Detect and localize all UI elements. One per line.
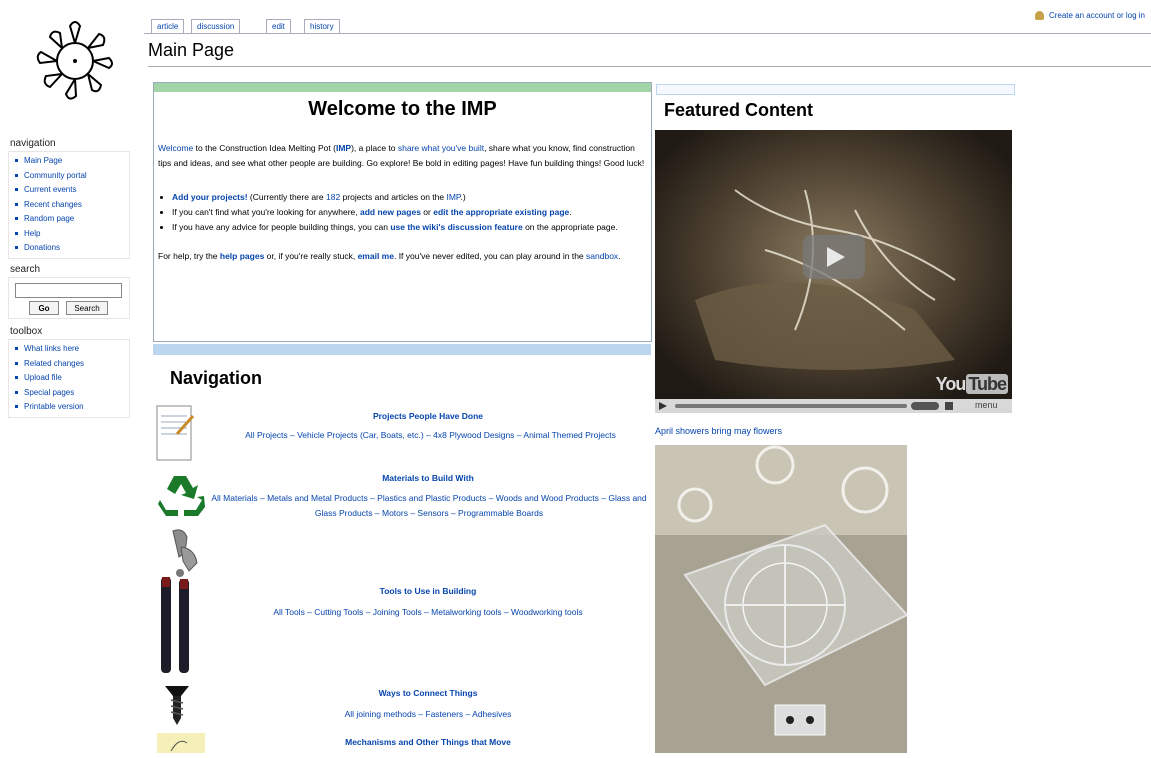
help-pages-link[interactable]: help pages — [220, 251, 264, 261]
featured-caption[interactable]: April showers bring may flowers — [655, 426, 782, 436]
welcome-bottom-bar — [153, 344, 651, 355]
toolbox-item-related-changes[interactable]: Related changes — [15, 357, 129, 372]
sidebar-item-help[interactable]: Help — [15, 227, 129, 242]
nav-section-title-connect[interactable]: Ways to Connect Things — [208, 688, 648, 698]
bullet-icon — [15, 390, 18, 394]
navigation-portlet: Main Page Community portal Current event… — [8, 151, 130, 259]
discussion-feature-link[interactable]: use the wiki's discussion feature — [390, 222, 522, 232]
add-new-pages-link[interactable]: add new pages — [360, 207, 421, 217]
featured-photo[interactable] — [655, 445, 907, 753]
bullet-icon — [15, 173, 18, 177]
welcome-title: Welcome to the IMP — [308, 98, 497, 120]
page-title: Main Page — [148, 40, 235, 60]
nav-section-title-materials[interactable]: Materials to Build With — [208, 473, 648, 483]
nav-section-title-tools[interactable]: Tools to Use in Building — [208, 586, 648, 596]
video-progress-slider[interactable] — [675, 404, 907, 408]
bullet-icon — [15, 347, 18, 351]
title-divider — [148, 66, 1151, 67]
play-button[interactable] — [803, 235, 865, 279]
share-built-link[interactable]: share what you've built — [398, 143, 484, 153]
sidebar-item-main-page[interactable]: Main Page — [15, 154, 129, 169]
nav-section-links-projects[interactable]: All Projects – Vehicle Projects (Car, Bo… — [218, 428, 643, 443]
nav-section-links-tools[interactable]: All Tools – Cutting Tools – Joining Tool… — [208, 605, 648, 620]
sidebar-item-donations[interactable]: Donations — [15, 241, 129, 256]
toolbox-item-printable-version[interactable]: Printable version — [15, 400, 129, 415]
list-item: Add your projects! (Currently there are … — [172, 190, 647, 205]
bullet-icon — [15, 361, 18, 365]
volume-slider[interactable] — [911, 402, 939, 410]
tabs-baseline — [144, 33, 1151, 34]
bullet-icon — [15, 405, 18, 409]
nav-section-title-mechanisms[interactable]: Mechanisms and Other Things that Move — [208, 737, 648, 747]
featured-top-bar — [656, 84, 1015, 95]
play-small-icon[interactable] — [659, 402, 667, 410]
photo-image — [655, 445, 907, 753]
bullet-icon — [15, 217, 18, 221]
welcome-top-bar — [154, 83, 651, 92]
video-menu-button[interactable]: menu — [975, 400, 998, 410]
pliers-icon — [155, 527, 205, 677]
bullet-icon — [15, 231, 18, 235]
tab-edit[interactable]: edit — [266, 19, 291, 34]
toolbox-heading: toolbox — [10, 326, 43, 337]
tab-article[interactable]: article — [151, 19, 185, 34]
create-account-link[interactable]: Create an account or log in — [1034, 11, 1145, 21]
video-player[interactable]: You Tube menu — [655, 130, 1012, 413]
imp-link-2[interactable]: IMP — [446, 192, 460, 202]
add-projects-link[interactable]: Add your projects! — [172, 192, 248, 202]
featured-heading: Featured Content — [664, 100, 814, 120]
site-logo[interactable] — [8, 6, 138, 116]
notepad-icon — [155, 404, 195, 462]
welcome-intro: Welcome to the Construction Idea Melting… — [158, 143, 645, 168]
search-portlet: Go Search — [8, 277, 130, 319]
nav-section-links-connect[interactable]: All joining methods – Fasteners – Adhesi… — [208, 707, 648, 722]
sidebar-item-community-portal[interactable]: Community portal — [15, 169, 129, 184]
nav-section-links-materials[interactable]: All Materials – Metals and Metal Product… — [210, 491, 648, 521]
search-input[interactable] — [15, 283, 122, 298]
project-count-link[interactable]: 182 — [326, 192, 340, 202]
list-item: If you have any advice for people buildi… — [172, 220, 647, 235]
navigation-heading: navigation — [10, 138, 56, 149]
toolbox-item-upload-file[interactable]: Upload file — [15, 371, 129, 386]
speaker-icon[interactable] — [945, 402, 953, 410]
user-icon — [1034, 11, 1044, 21]
play-icon — [827, 247, 845, 267]
nav-section-title-projects[interactable]: Projects People Have Done — [208, 411, 648, 421]
toolbox-portlet: What links here Related changes Upload f… — [8, 339, 130, 418]
recycle-icon — [156, 472, 206, 518]
sidebar-item-current-events[interactable]: Current events — [15, 183, 129, 198]
navigation-heading-main: Navigation — [170, 368, 263, 388]
welcome-box: Welcome to the IMP Welcome to the Constr… — [153, 82, 652, 342]
bullet-icon — [15, 159, 18, 163]
toolbox-item-special-pages[interactable]: Special pages — [15, 386, 129, 401]
tab-history[interactable]: history — [304, 19, 340, 34]
mechanism-icon — [157, 733, 205, 753]
bullet-icon — [15, 246, 18, 250]
screw-icon — [163, 684, 191, 726]
go-button[interactable]: Go — [29, 301, 59, 315]
imp-link[interactable]: IMP — [336, 143, 351, 153]
bullet-icon — [15, 202, 18, 206]
list-item: If you can't find what you're looking fo… — [172, 205, 647, 220]
welcome-help: For help, try the help pages or, if you'… — [158, 251, 621, 261]
email-me-link[interactable]: email me — [358, 251, 394, 261]
video-controls-bar: menu — [655, 399, 1012, 413]
bullet-icon — [15, 376, 18, 380]
welcome-bullets: Add your projects! (Currently there are … — [154, 190, 647, 235]
welcome-link[interactable]: Welcome — [158, 143, 193, 153]
search-heading: search — [10, 264, 41, 275]
edit-existing-page-link[interactable]: edit the appropriate existing page — [433, 207, 569, 217]
sidebar-item-random-page[interactable]: Random page — [15, 212, 129, 227]
bullet-icon — [15, 188, 18, 192]
toolbox-item-what-links-here[interactable]: What links here — [15, 342, 129, 357]
sidebar-item-recent-changes[interactable]: Recent changes — [15, 198, 129, 213]
search-button[interactable]: Search — [66, 301, 108, 315]
sandbox-link[interactable]: sandbox — [586, 251, 618, 261]
tab-discussion[interactable]: discussion — [191, 19, 241, 34]
youtube-logo[interactable]: You Tube — [936, 374, 1008, 395]
